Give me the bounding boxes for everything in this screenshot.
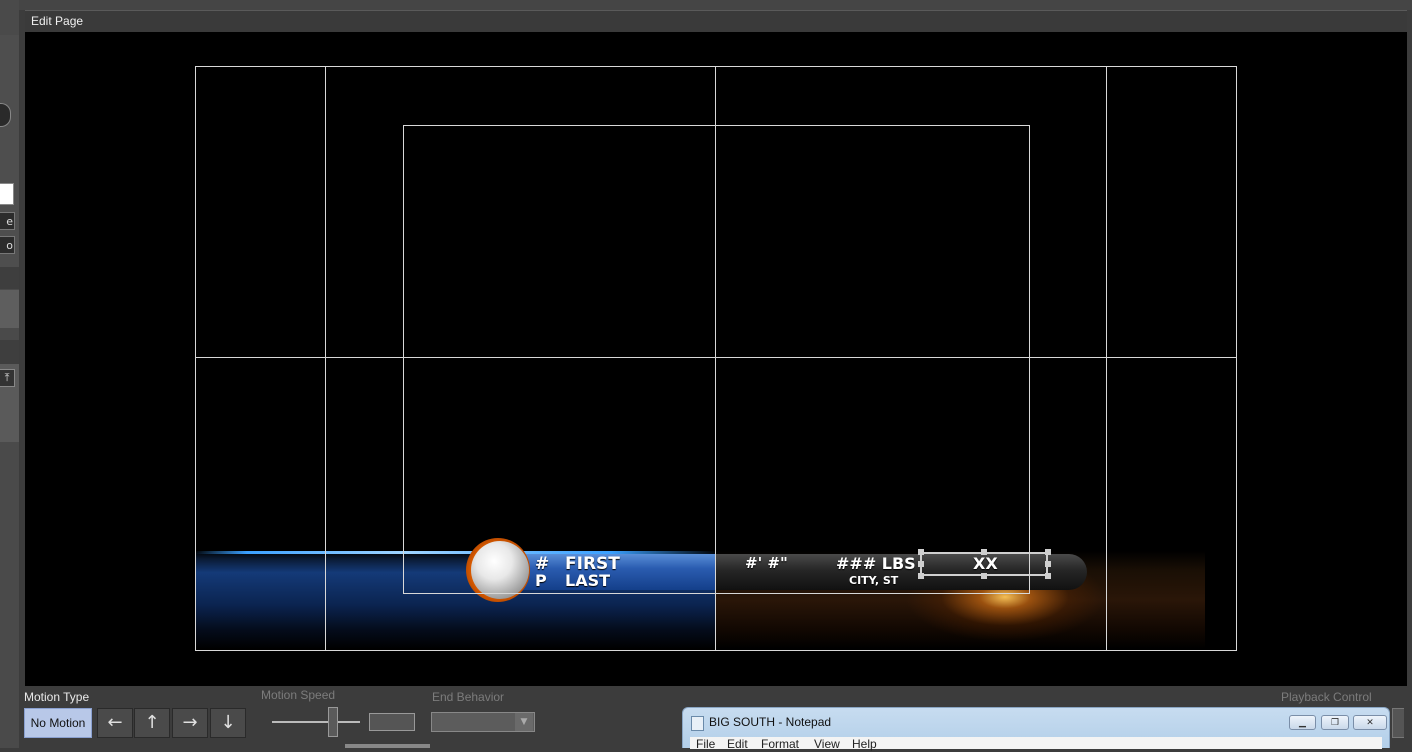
safe-area-guide: [195, 66, 196, 651]
menu-view[interactable]: View: [814, 737, 840, 752]
notepad-window[interactable]: BIG SOUTH - Notepad ▁ ❐ ✕ File Edit Form…: [682, 707, 1390, 752]
safe-area-guide: [195, 650, 1237, 651]
no-motion-button[interactable]: No Motion: [24, 708, 92, 738]
menu-edit[interactable]: Edit: [727, 737, 748, 752]
player-weight[interactable]: ### LBS: [836, 554, 916, 573]
sidebar-text-field[interactable]: [0, 183, 14, 205]
player-position[interactable]: P: [535, 571, 547, 590]
motion-speed-input[interactable]: [369, 713, 415, 731]
minimize-icon[interactable]: ▁: [1289, 715, 1316, 730]
playback-control-label: Playback Control: [1281, 690, 1372, 704]
resize-handle[interactable]: [918, 561, 924, 567]
sidebar-section: [0, 290, 19, 328]
selected-field-text[interactable]: XX: [973, 554, 998, 573]
sidebar-button-label: e: [6, 215, 13, 228]
resize-handle[interactable]: [1045, 573, 1051, 579]
menu-file[interactable]: File: [696, 737, 715, 752]
title-safe-guide: [403, 125, 1030, 126]
sidebar-divider: [0, 340, 19, 364]
left-sidebar: e o ⤒: [0, 0, 19, 748]
sidebar-divider: [0, 267, 19, 289]
restore-icon[interactable]: ❐: [1321, 715, 1349, 730]
safe-area-guide: [195, 66, 1237, 67]
arrow-up-icon[interactable]: ↑: [134, 708, 170, 738]
motion-speed-label: Motion Speed: [261, 688, 336, 702]
center-guide-vertical: [715, 66, 716, 651]
edit-page-header: Edit Page: [25, 10, 1407, 33]
motion-type-label: Motion Type: [24, 690, 90, 704]
sidebar-button-label: o: [6, 239, 13, 252]
guide-line-vertical: [325, 66, 326, 651]
title-safe-guide: [1029, 125, 1030, 594]
toolbar-underline: [345, 744, 430, 748]
playback-control-button[interactable]: [1392, 708, 1404, 738]
player-hometown[interactable]: CITY, ST: [849, 574, 898, 587]
title-safe-guide: [403, 593, 1030, 594]
panel-title: Edit Page: [31, 14, 84, 28]
guide-line-vertical: [1106, 66, 1107, 651]
arrow-right-icon[interactable]: →: [172, 708, 208, 738]
resize-handle[interactable]: [918, 549, 924, 555]
safe-area-guide: [1236, 66, 1237, 651]
arrow-left-icon[interactable]: ←: [97, 708, 133, 738]
resize-handle[interactable]: [1045, 549, 1051, 555]
end-behavior-label: End Behavior: [432, 690, 505, 704]
player-last-name[interactable]: LAST: [565, 571, 610, 590]
title-safe-guide: [403, 125, 404, 594]
ball-logo: [471, 541, 529, 599]
sidebar-button-1[interactable]: e: [0, 212, 15, 230]
chevron-down-icon[interactable]: ▼: [515, 713, 533, 731]
resize-handle[interactable]: [918, 573, 924, 579]
menu-format[interactable]: Format: [761, 737, 799, 752]
player-height[interactable]: #' #": [745, 554, 788, 572]
menu-help[interactable]: Help: [852, 737, 877, 752]
sidebar-button-2[interactable]: o: [0, 236, 15, 254]
upload-icon[interactable]: ⤒: [0, 369, 15, 387]
notepad-menubar: File Edit Format View Help: [690, 737, 1382, 752]
resize-handle[interactable]: [981, 549, 987, 555]
motion-speed-slider-thumb[interactable]: [328, 707, 338, 737]
top-strip: [0, 0, 1412, 10]
edit-canvas[interactable]: # P FIRST LAST #' #" ### LBS CITY, ST XX: [25, 32, 1407, 686]
center-guide-horizontal: [195, 357, 1237, 358]
arrow-down-icon[interactable]: ↓: [210, 708, 246, 738]
sidebar-panel: [0, 35, 19, 267]
notepad-title: BIG SOUTH - Notepad: [709, 715, 832, 729]
resize-handle[interactable]: [981, 573, 987, 579]
resize-handle[interactable]: [1045, 561, 1051, 567]
notepad-icon: [691, 716, 704, 731]
motion-speed-slider-track[interactable]: [272, 721, 360, 723]
close-icon[interactable]: ✕: [1353, 715, 1387, 730]
